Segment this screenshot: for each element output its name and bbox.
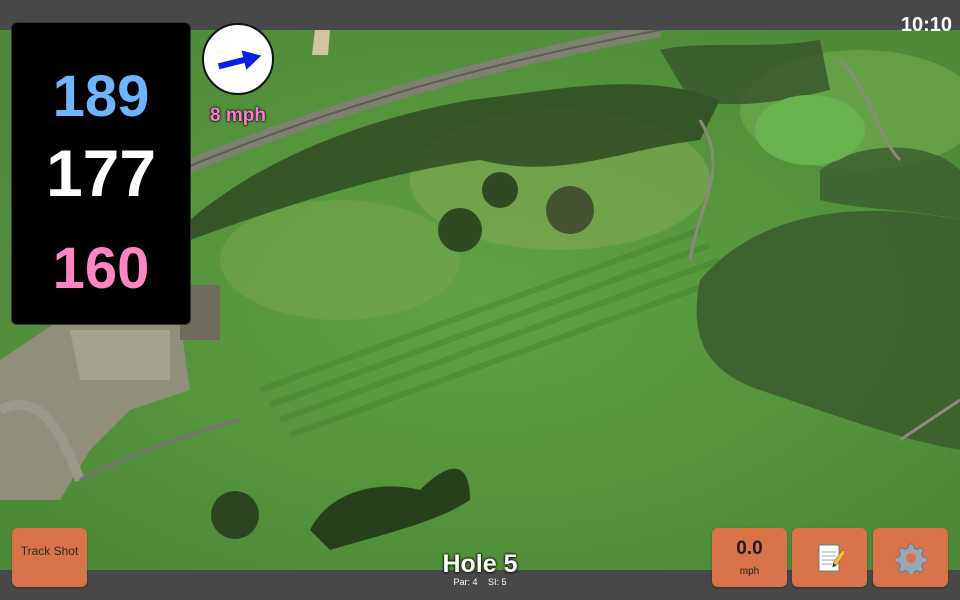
- gps-screen: 10:10 189 177 160 8 mph Track Shot Hole …: [0, 0, 960, 600]
- gear-icon: [894, 543, 927, 574]
- hole-meta: Par: 4 SI: 5: [380, 577, 580, 587]
- swing-speed-button[interactable]: 0.0 mph: [712, 528, 787, 587]
- clock: 10:10: [900, 14, 952, 36]
- track-shot-button[interactable]: Track Shot: [12, 528, 87, 587]
- memo-icon: [818, 544, 844, 571]
- speed-value: 0.0: [736, 538, 763, 559]
- distance-panel[interactable]: 189 177 160: [11, 22, 191, 325]
- back-distance: 189: [52, 64, 150, 129]
- settings-button[interactable]: [873, 528, 948, 587]
- front-distance: 160: [52, 236, 150, 301]
- hole-title: Hole 5: [442, 550, 518, 578]
- notes-button[interactable]: [792, 528, 867, 587]
- wind-speed: 8 mph: [210, 105, 266, 126]
- speed-unit: mph: [739, 566, 760, 577]
- wind-direction-dial: [202, 23, 274, 95]
- hole-par: Par: 4: [453, 577, 478, 587]
- arrow-right-icon: [217, 50, 262, 70]
- middle-distance: 177: [45, 136, 157, 210]
- track-shot-label: Track Shot: [20, 544, 79, 558]
- hole-stroke-index: SI: 5: [488, 577, 507, 587]
